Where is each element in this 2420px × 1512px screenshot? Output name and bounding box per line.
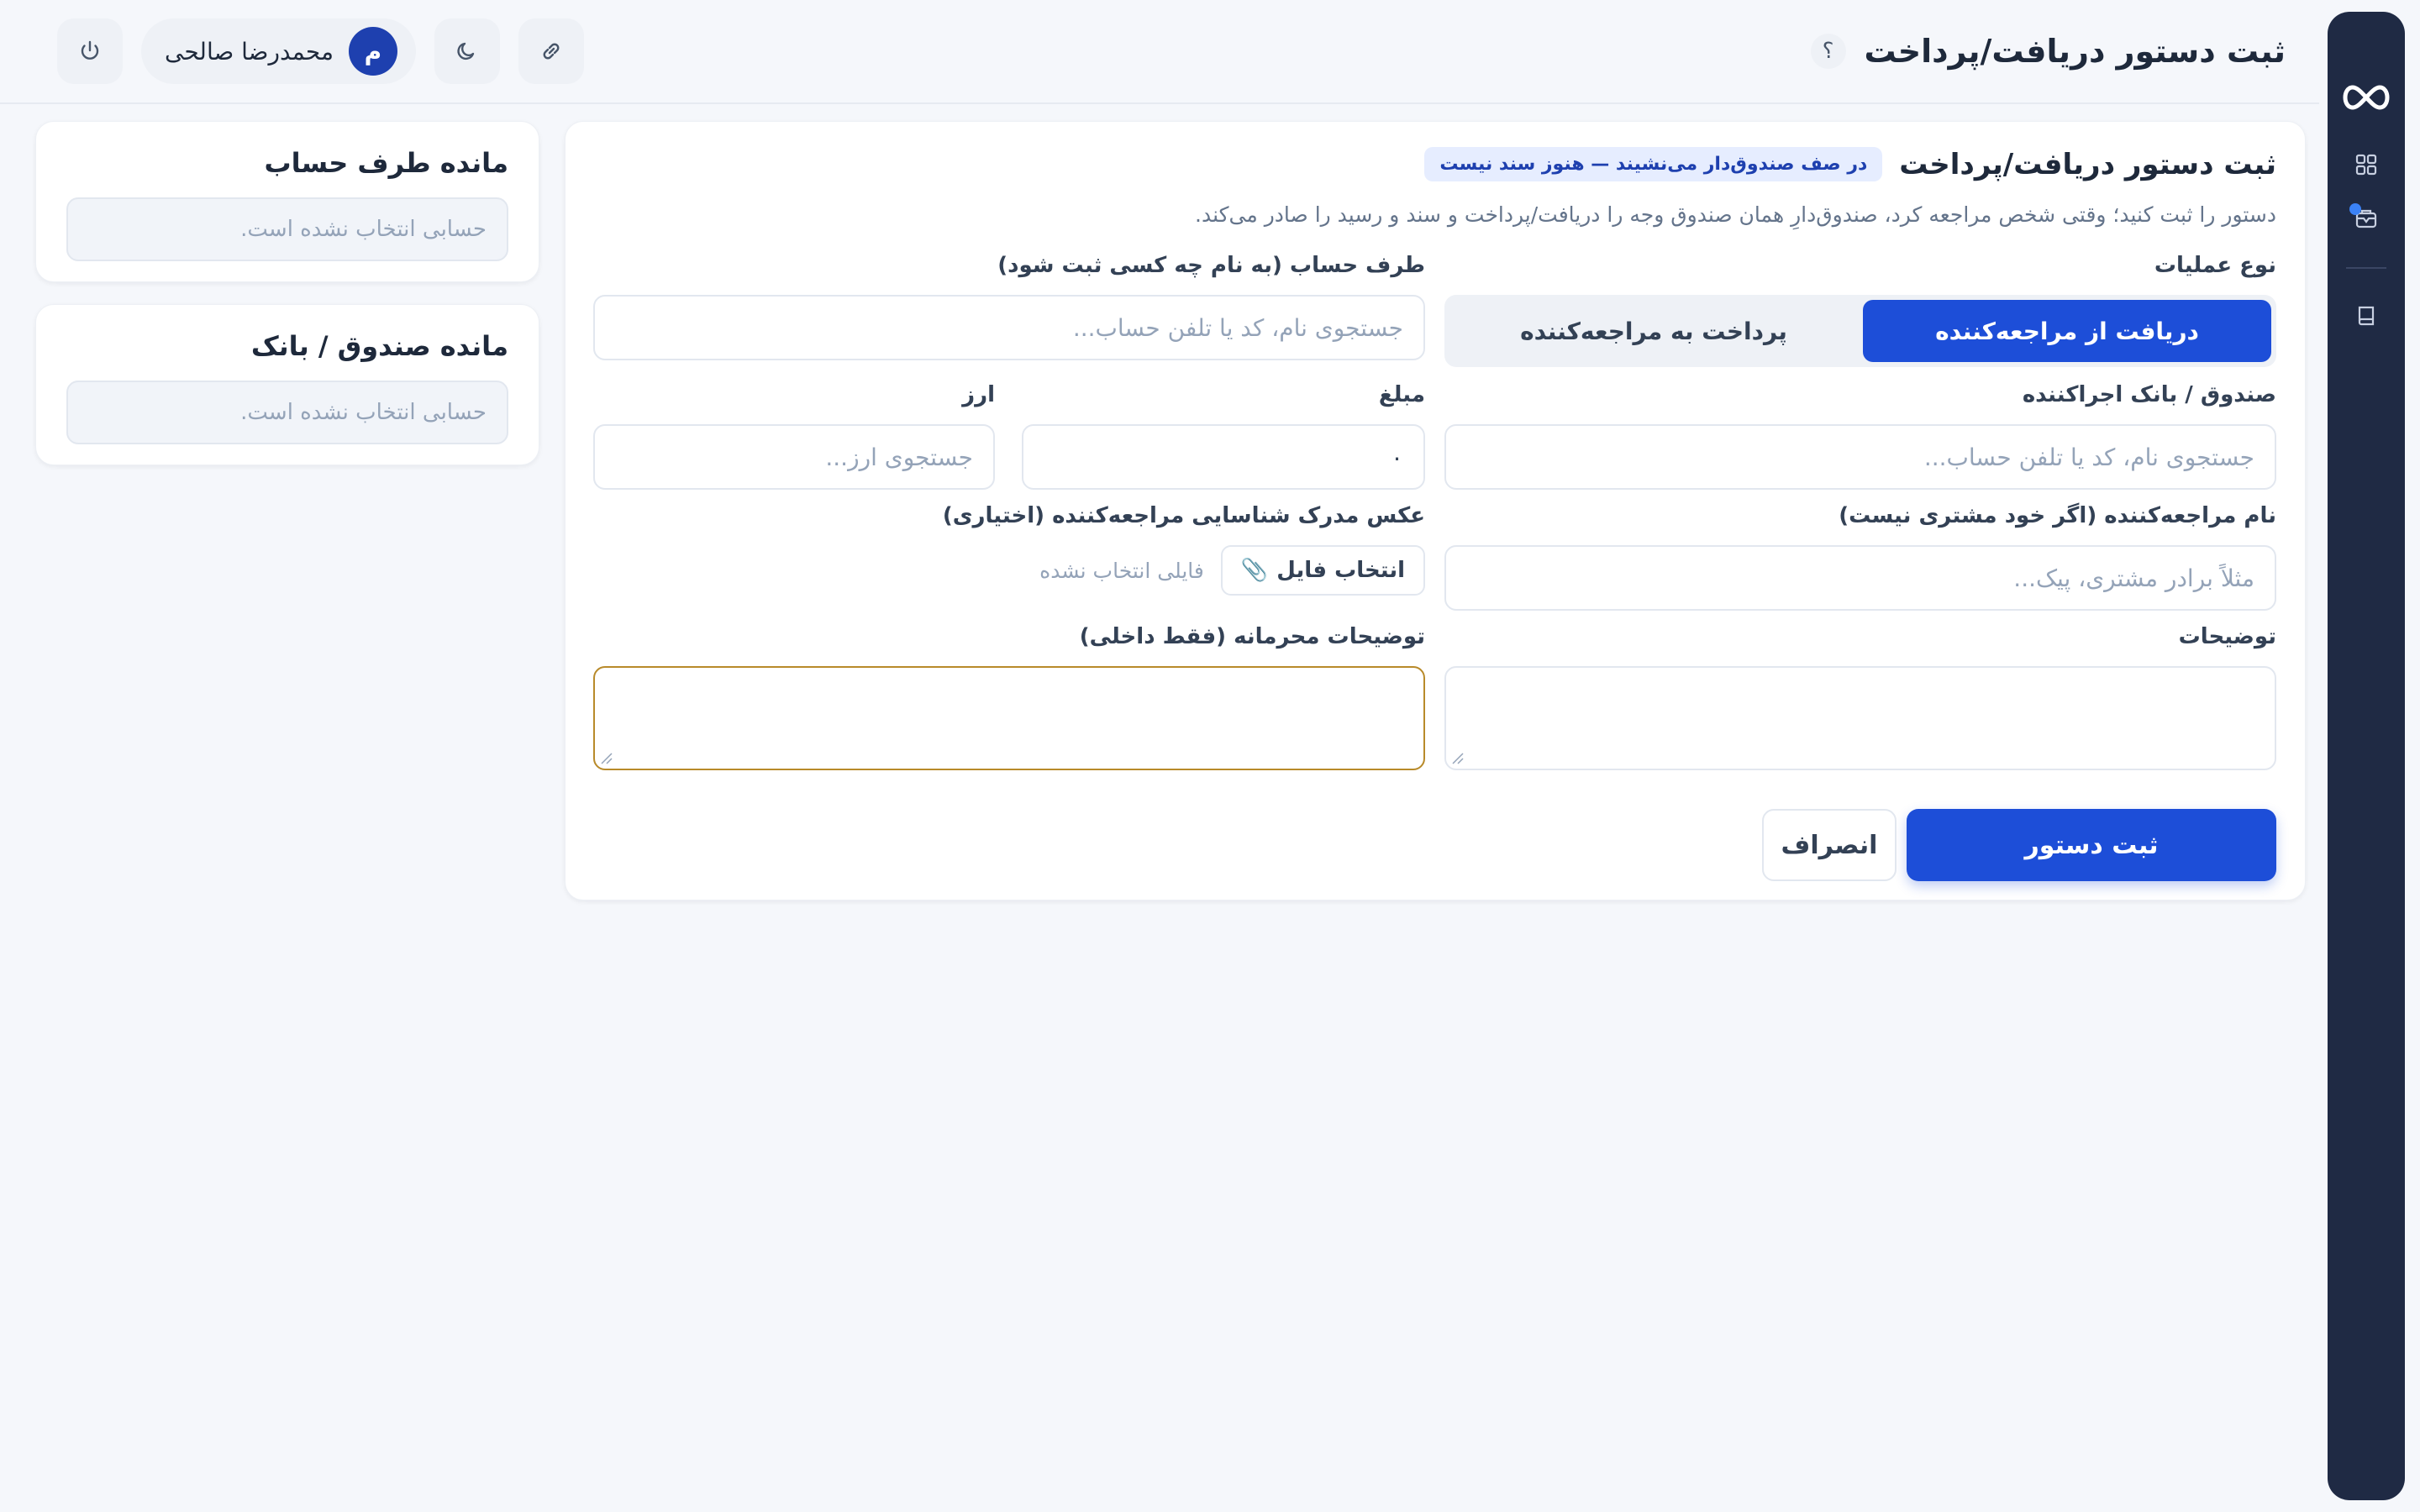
- avatar: م: [348, 27, 397, 76]
- user-menu[interactable]: م محمدرضا صالحی: [141, 18, 416, 84]
- sidebar-divider: [2346, 267, 2386, 269]
- counterparty-balance-empty: حسابی انتخاب نشده است.: [66, 197, 508, 261]
- receive-option[interactable]: دریافت از مراجعه‌کننده: [1863, 300, 2271, 362]
- logout-button[interactable]: [57, 18, 123, 84]
- moon-icon: [457, 42, 475, 60]
- file-status: فایلی انتخاب نشده: [1039, 558, 1204, 583]
- resize-handle-icon: [1452, 753, 1464, 764]
- private-notes-label: توضیحات محرمانه (فقط داخلی): [1079, 624, 1425, 649]
- counterparty-label: طرف حساب (به نام چه کسی ثبت شود): [997, 253, 1425, 278]
- logo-infinity-icon[interactable]: [2339, 81, 2393, 114]
- notification-dot: [2349, 203, 2361, 215]
- cashbox-search-input[interactable]: جستجوی نام، کد یا تلفن حساب...: [1444, 424, 2276, 490]
- id-photo-label: عکس مدرک شناسایی مراجعه‌کننده (اختیاری): [942, 503, 1425, 528]
- top-header: ثبت دستور دریافت/پرداخت ؟ م محمدرضا صالح…: [0, 0, 2319, 104]
- choose-file-label: انتخاب فایل: [1276, 558, 1405, 583]
- id-photo-upload: انتخاب فایل 📎 فایلی انتخاب نشده: [1039, 545, 1425, 596]
- cashbox-label: صندوق / بانک اجراکننده: [2022, 382, 2276, 407]
- link-button[interactable]: [518, 18, 584, 84]
- operation-type-label: نوع عملیات: [2154, 253, 2276, 278]
- private-notes-textarea[interactable]: [593, 666, 1425, 770]
- order-form-card: ثبت دستور دریافت/پرداخت در صف صندوق‌دار …: [565, 121, 2306, 900]
- amount-input[interactable]: ۰: [1022, 424, 1425, 490]
- user-name: محمدرضا صالحی: [165, 37, 334, 66]
- status-badge: در صف صندوق‌دار می‌نشیند — هنوز سند نیست: [1424, 147, 1883, 181]
- notes-label: توضیحات: [2178, 624, 2276, 649]
- form-description: دستور را ثبت کنید؛ وقتی شخص مراجعه کرد، …: [1195, 202, 2276, 227]
- grid-dashboard-icon[interactable]: [2349, 148, 2383, 181]
- power-icon: [81, 40, 99, 60]
- paperclip-icon: 📎: [1240, 558, 1269, 583]
- pay-option[interactable]: پرداخت به مراجعه‌کننده: [1449, 300, 1858, 362]
- cashbox-balance-empty: حسابی انتخاب نشده است.: [66, 381, 508, 444]
- notes-textarea[interactable]: [1444, 666, 2276, 770]
- page-title: ثبت دستور دریافت/پرداخت: [1864, 33, 2286, 70]
- counterparty-balance-card: مانده طرف حساب حسابی انتخاب نشده است.: [35, 121, 539, 282]
- resize-handle-icon: [601, 753, 613, 764]
- theme-toggle-button[interactable]: [434, 18, 500, 84]
- book-icon[interactable]: [2349, 299, 2383, 333]
- currency-search-input[interactable]: جستجوی ارز...: [593, 424, 995, 490]
- cashbox-balance-title: مانده صندوق / بانک: [250, 330, 508, 362]
- counterparty-search-input[interactable]: جستجوی نام، کد یا تلفن حساب...: [593, 295, 1425, 360]
- amount-label: مبلغ: [1378, 382, 1425, 407]
- cancel-button[interactable]: انصراف: [1762, 809, 1897, 881]
- form-title: ثبت دستور دریافت/پرداخت: [1899, 147, 2276, 181]
- visitor-name-label: نام مراجعه‌کننده (اگر خود مشتری نیست): [1839, 503, 2276, 528]
- operation-type-toggle: دریافت از مراجعه‌کننده پرداخت به مراجعه‌…: [1444, 295, 2276, 367]
- link-icon: [543, 43, 560, 60]
- help-button[interactable]: ؟: [1810, 34, 1846, 69]
- sidebar: [2328, 12, 2405, 1500]
- cash-order-icon[interactable]: [2349, 202, 2383, 235]
- submit-order-button[interactable]: ثبت دستور: [1907, 809, 2276, 881]
- currency-label: ارز: [962, 382, 995, 407]
- header-actions: م محمدرضا صالحی: [57, 18, 584, 84]
- visitor-name-input[interactable]: مثلاً برادر مشتری، پیک...: [1444, 545, 2276, 611]
- choose-file-button[interactable]: انتخاب فایل 📎: [1220, 545, 1425, 596]
- cashbox-balance-card: مانده صندوق / بانک حسابی انتخاب نشده است…: [35, 304, 539, 465]
- counterparty-balance-title: مانده طرف حساب: [264, 147, 508, 179]
